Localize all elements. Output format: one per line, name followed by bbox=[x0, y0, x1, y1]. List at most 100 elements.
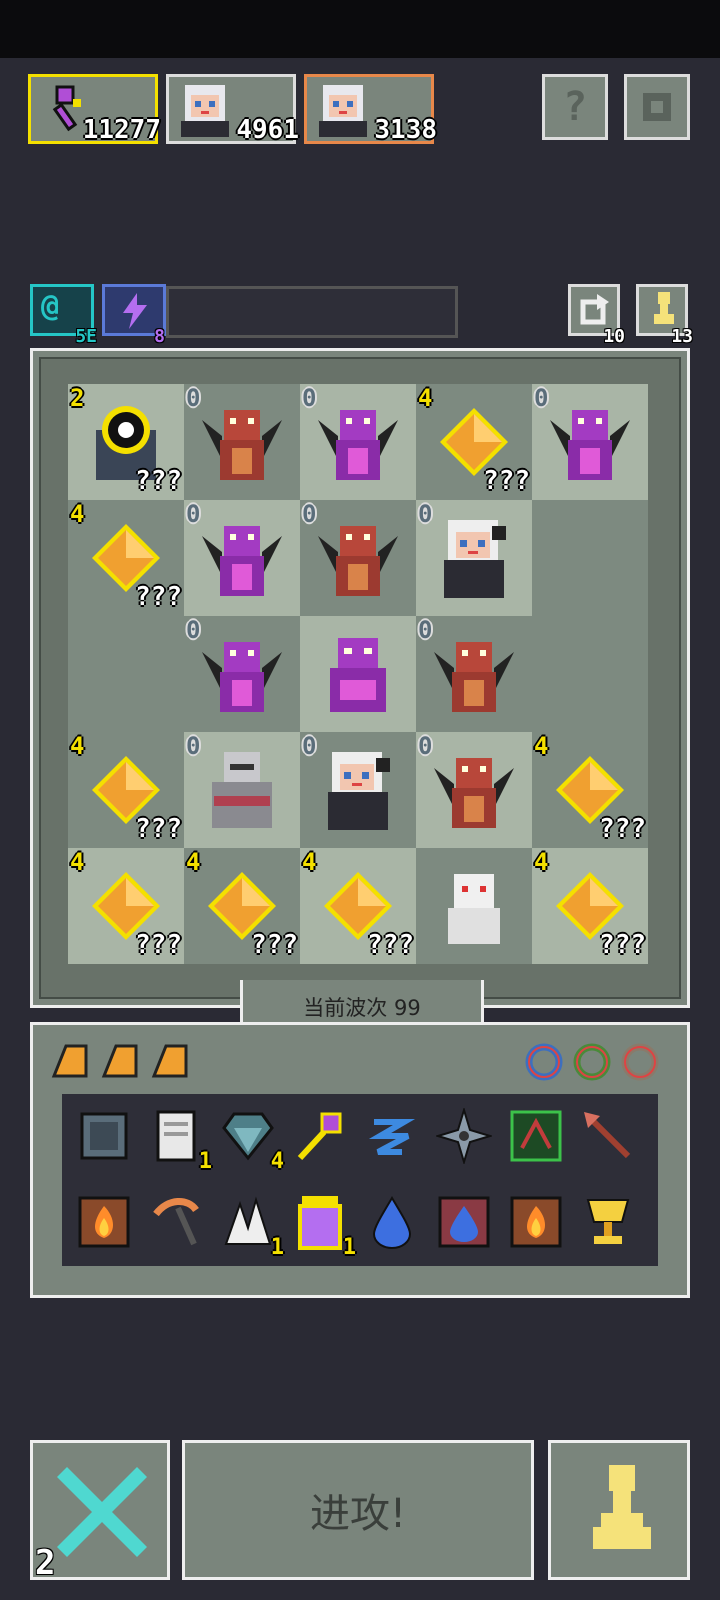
knight-icon bbox=[212, 752, 272, 828]
board-cell[interactable]: 0 bbox=[416, 500, 532, 616]
fire-card-icon bbox=[510, 1196, 562, 1248]
purple-wand-icon bbox=[297, 1112, 342, 1161]
teal-gem-icon bbox=[222, 1112, 274, 1161]
board-cell[interactable]: 0 bbox=[300, 500, 416, 616]
energy-tag[interactable]: 8 bbox=[102, 284, 166, 347]
green-rune-icon bbox=[510, 1110, 562, 1162]
board-cell[interactable]: 4??? bbox=[68, 732, 184, 848]
unit-level: 4 bbox=[302, 848, 317, 876]
board-cell[interactable]: 0 bbox=[184, 616, 300, 732]
purple-dragon-icon bbox=[202, 526, 282, 596]
gold-trophy-icon bbox=[586, 1199, 630, 1244]
settings-button[interactable] bbox=[624, 74, 690, 140]
energy-label: 8 bbox=[154, 326, 165, 347]
fire-card-icon bbox=[78, 1196, 130, 1248]
unit-level: 0 bbox=[418, 616, 433, 644]
board-cell[interactable]: 4??? bbox=[532, 732, 648, 848]
board-cell[interactable]: 0 bbox=[184, 384, 300, 500]
board-cell[interactable]: 4??? bbox=[68, 500, 184, 616]
cancel-button[interactable]: 2 bbox=[30, 1440, 170, 1583]
item-count: 1 bbox=[342, 1235, 356, 1260]
reroll-counter[interactable]: 10 bbox=[568, 284, 625, 347]
hero-resource-1[interactable]: 4961 bbox=[166, 74, 299, 145]
unit-level: 0 bbox=[418, 500, 433, 528]
gold-trophy-item[interactable] bbox=[580, 1194, 636, 1250]
attack-button[interactable]: 进攻! bbox=[182, 1440, 534, 1580]
character-portrait bbox=[181, 85, 229, 137]
pickaxe-icon bbox=[153, 1198, 199, 1246]
item-count: 1 bbox=[270, 1235, 284, 1260]
water-drop-item[interactable] bbox=[364, 1194, 420, 1250]
white-wing-item[interactable]: 1 bbox=[220, 1194, 284, 1260]
board-cell[interactable]: 0 bbox=[300, 384, 416, 500]
red-dragon-icon bbox=[202, 410, 282, 480]
white-wing-icon bbox=[224, 1196, 272, 1245]
green-rune-item[interactable] bbox=[508, 1108, 564, 1164]
board-cell[interactable]: 0 bbox=[416, 732, 532, 848]
unit-level: 0 bbox=[302, 384, 317, 412]
pickaxe-item[interactable] bbox=[148, 1194, 204, 1250]
board-cell[interactable]: 4??? bbox=[532, 848, 648, 964]
gear-icon bbox=[643, 93, 671, 121]
paper-scroll-icon bbox=[156, 1110, 196, 1162]
unit-level: 0 bbox=[534, 384, 549, 412]
board-cell[interactable] bbox=[68, 616, 184, 732]
shuriken-item[interactable] bbox=[434, 1106, 494, 1166]
arrow-item[interactable] bbox=[580, 1108, 636, 1164]
board-cell[interactable]: 4??? bbox=[68, 848, 184, 964]
board-cell[interactable]: 4??? bbox=[416, 384, 532, 500]
red-dragon-icon bbox=[434, 758, 514, 828]
unknown-label: ??? bbox=[599, 814, 646, 844]
item-grid: 1 4 1 1 bbox=[62, 1094, 658, 1266]
board-cell[interactable]: 0 bbox=[300, 732, 416, 848]
water-drop-icon bbox=[372, 1196, 412, 1249]
fire-card-item[interactable] bbox=[76, 1194, 132, 1250]
purple-wand-item[interactable] bbox=[292, 1108, 348, 1164]
purple-dragon-icon bbox=[550, 410, 630, 480]
water-card-icon bbox=[438, 1196, 490, 1248]
unknown-label: ??? bbox=[135, 814, 182, 844]
unit-level: 0 bbox=[186, 500, 201, 528]
pawn-counter[interactable]: 13 bbox=[636, 284, 693, 347]
potion-jar-item[interactable]: 1 bbox=[292, 1194, 356, 1260]
board-cell[interactable]: 4??? bbox=[184, 848, 300, 964]
blue-wind-item[interactable] bbox=[364, 1108, 420, 1164]
close-icon bbox=[57, 1467, 147, 1557]
cancel-count: 2 bbox=[35, 1543, 56, 1583]
board-cell[interactable]: 0 bbox=[184, 500, 300, 616]
hero-2-count: 3138 bbox=[374, 115, 437, 145]
unit-level: 0 bbox=[186, 384, 201, 412]
pawn-button[interactable] bbox=[548, 1440, 690, 1580]
purple-dragon-icon bbox=[202, 642, 282, 712]
paper-scroll-item[interactable]: 1 bbox=[148, 1108, 212, 1174]
water-card-item[interactable] bbox=[436, 1194, 492, 1250]
board-cell[interactable]: 0 bbox=[416, 616, 532, 732]
speed-label: 5E bbox=[75, 326, 97, 347]
progress-bar bbox=[166, 286, 458, 338]
speed-tag[interactable]: @ 5E bbox=[30, 284, 97, 347]
board-cell[interactable] bbox=[300, 616, 416, 732]
gem-resource[interactable]: 11277 bbox=[28, 74, 161, 145]
unit-level: 0 bbox=[302, 500, 317, 528]
purple-dragon-icon bbox=[318, 410, 398, 480]
item-count: 4 bbox=[270, 1149, 284, 1174]
character-portrait bbox=[319, 85, 367, 137]
board-cell[interactable]: 0 bbox=[532, 384, 648, 500]
unit-level: 0 bbox=[186, 616, 201, 644]
blue-wind-icon bbox=[368, 1119, 416, 1155]
board-cell[interactable]: 0 bbox=[184, 732, 300, 848]
teal-gem-item[interactable]: 4 bbox=[220, 1108, 284, 1174]
fire-card-item[interactable] bbox=[508, 1194, 564, 1250]
scroll-box-item[interactable] bbox=[76, 1108, 132, 1164]
board-cell[interactable] bbox=[416, 848, 532, 964]
hero-resource-2[interactable]: 3138 bbox=[304, 74, 437, 145]
potion-jar-icon bbox=[298, 1196, 342, 1250]
unknown-label: ??? bbox=[251, 930, 298, 960]
board-cell[interactable]: 4??? bbox=[300, 848, 416, 964]
ring-slots bbox=[520, 1040, 670, 1084]
unknown-label: ??? bbox=[135, 466, 182, 496]
help-button[interactable]: ? bbox=[542, 74, 608, 140]
board-cell[interactable] bbox=[532, 616, 648, 732]
board-cell[interactable] bbox=[532, 500, 648, 616]
board-cell[interactable]: 2??? bbox=[68, 384, 184, 500]
